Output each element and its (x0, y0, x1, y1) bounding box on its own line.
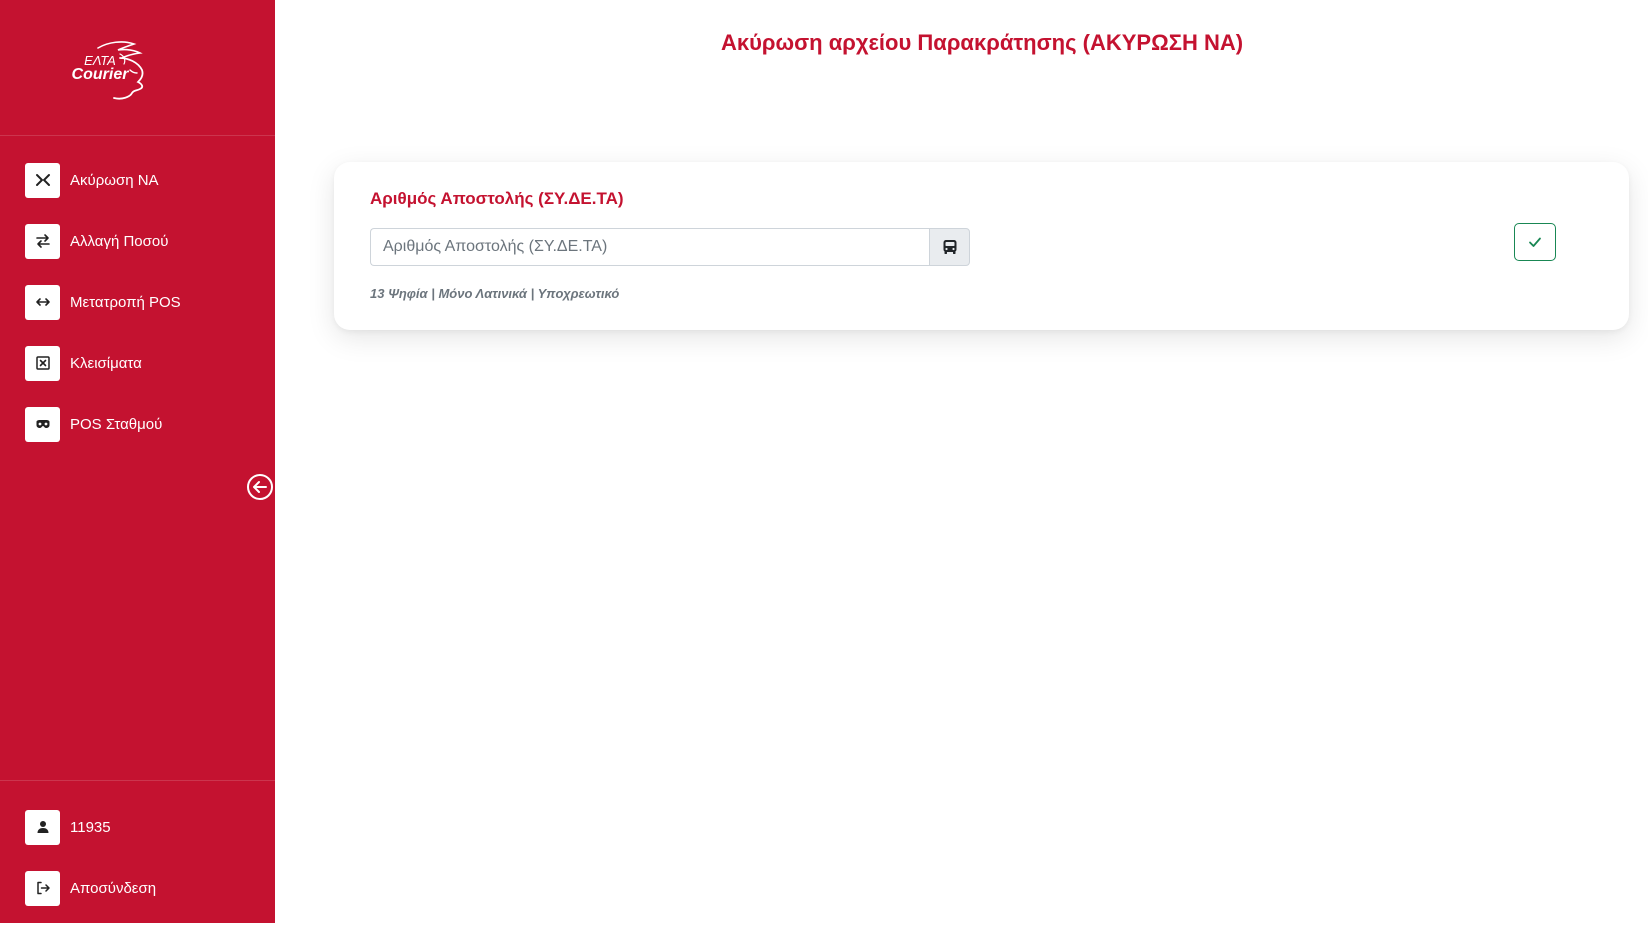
user-profile[interactable]: 11935 (0, 809, 275, 845)
compress-arrows-icon (25, 162, 60, 198)
sidebar-item-label: Ακύρωση ΝΑ (70, 171, 159, 189)
submit-button[interactable] (1514, 223, 1556, 261)
check-icon (1529, 237, 1541, 247)
sidebar-item-label: Κλεισίματα (70, 354, 142, 372)
logout-label: Αποσύνδεση (70, 879, 157, 897)
horizontal-arrows-icon (25, 284, 60, 320)
logo-text: ΕΛΤΑ Courier (70, 54, 130, 83)
square-x-icon (25, 345, 60, 381)
main-content: Ακύρωση αρχείου Παρακράτησης (ΑΚΥΡΩΣΗ ΝΑ… (275, 0, 1648, 923)
sidebar-item-closings[interactable]: Κλεισίματα (0, 345, 275, 381)
logo-area: ΕΛΤΑ Courier (0, 0, 275, 136)
sidebar-item-convert-pos[interactable]: Μετατροπή POS (0, 284, 275, 320)
sidebar-item-station-pos[interactable]: POS Σταθμού (0, 406, 275, 442)
shipment-number-input-group (370, 228, 970, 266)
arrow-left-circle-icon (247, 474, 273, 500)
form-card: Αριθμός Αποστολής (ΣΥ.ΔΕ.ΤΑ) 13 Ψηφία | … (334, 162, 1629, 330)
sidebar-nav: Ακύρωση ΝΑ Αλλαγή Ποσού Μετατροπή POS Κλ… (0, 162, 275, 467)
sidebar-footer: 11935 Αποσύνδεση (0, 780, 275, 931)
collapse-sidebar-button[interactable] (246, 473, 274, 501)
user-id: 11935 (70, 818, 111, 836)
logo-line2: Courier (71, 66, 129, 83)
bus-icon (943, 240, 956, 254)
exchange-arrows-icon (25, 223, 60, 259)
logout-button[interactable]: Αποσύνδεση (0, 870, 275, 906)
page-title: Ακύρωση αρχείου Παρακράτησης (ΑΚΥΡΩΣΗ ΝΑ… (720, 30, 1244, 55)
bus-lookup-button[interactable] (929, 228, 970, 266)
shipment-number-input[interactable] (370, 228, 929, 266)
input-hint: 13 Ψηφία | Μόνο Λατινικά | Υποχρεωτικό (370, 286, 620, 301)
sidebar-item-label: Αλλαγή Ποσού (70, 232, 169, 250)
sidebar-item-label: Μετατροπή POS (70, 293, 181, 311)
sidebar-item-cancel-na[interactable]: Ακύρωση ΝΑ (0, 162, 275, 198)
sidebar-item-change-amount[interactable]: Αλλαγή Ποσού (0, 223, 275, 259)
sidebar-item-label: POS Σταθμού (70, 415, 163, 433)
shipment-number-label: Αριθμός Αποστολής (ΣΥ.ΔΕ.ΤΑ) (370, 189, 624, 208)
sign-out-icon (25, 870, 60, 906)
sidebar: ΕΛΤΑ Courier Ακύρωση ΝΑ Αλλαγή Ποσού Μετ… (0, 0, 275, 923)
mask-icon (25, 406, 60, 442)
user-icon (25, 809, 60, 845)
elta-courier-logo[interactable]: ΕΛΤΑ Courier (68, 40, 160, 102)
